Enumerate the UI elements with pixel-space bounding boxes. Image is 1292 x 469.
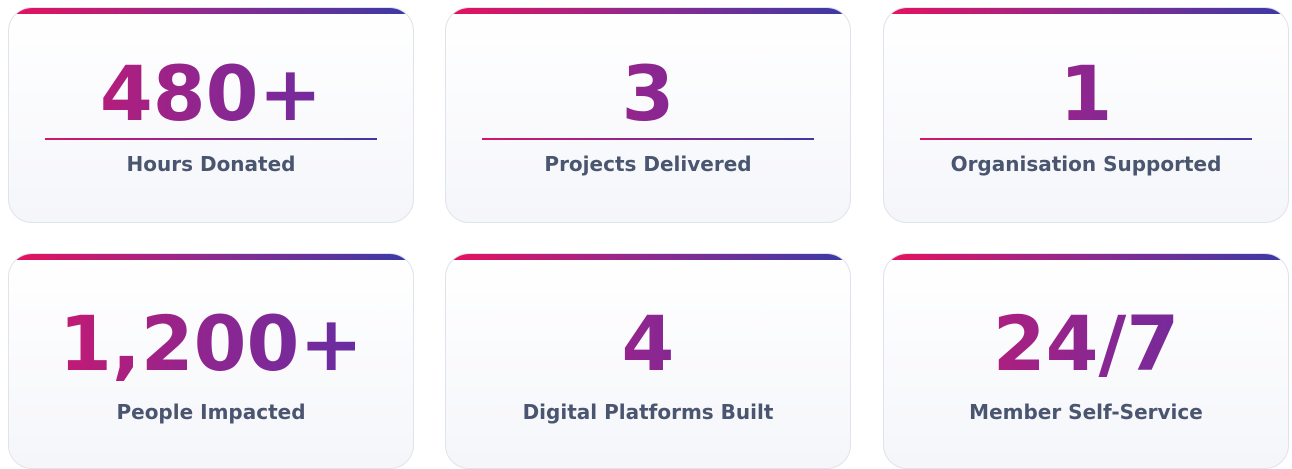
stat-card-people-impacted: 1,200+ People Impacted <box>8 253 414 469</box>
stat-value: 4 <box>446 300 850 388</box>
stat-card-digital-platforms-built: 4 Digital Platforms Built <box>445 253 851 469</box>
card-accent-bar <box>446 8 850 14</box>
stat-divider <box>482 138 814 140</box>
stat-card-hours-donated: 480+ Hours Donated <box>8 7 414 223</box>
stat-card-projects-delivered: 3 Projects Delivered <box>445 7 851 223</box>
card-accent-bar <box>9 254 413 260</box>
stat-label: Digital Platforms Built <box>522 400 774 424</box>
stat-label: Projects Delivered <box>544 152 752 176</box>
stat-value: 1,200+ <box>9 300 413 388</box>
card-accent-bar <box>446 254 850 260</box>
stat-divider <box>920 138 1252 140</box>
stat-divider <box>45 138 377 140</box>
stat-label: Organisation Supported <box>950 152 1222 176</box>
stats-grid: 480+ Hours Donated 3 Projects Delivered … <box>0 0 1292 469</box>
stat-card-member-self-service: 24/7 Member Self-Service <box>883 253 1289 469</box>
stat-label: Hours Donated <box>126 152 296 176</box>
card-accent-bar <box>884 8 1288 14</box>
stat-label: Member Self-Service <box>969 400 1203 424</box>
stat-value: 24/7 <box>884 300 1288 388</box>
stat-value: 3 <box>446 50 850 138</box>
stat-value: 1 <box>884 50 1288 138</box>
stat-label: People Impacted <box>116 400 306 424</box>
stat-card-organisation-supported: 1 Organisation Supported <box>883 7 1289 223</box>
card-accent-bar <box>884 254 1288 260</box>
card-accent-bar <box>9 8 413 14</box>
stat-value: 480+ <box>9 50 413 138</box>
